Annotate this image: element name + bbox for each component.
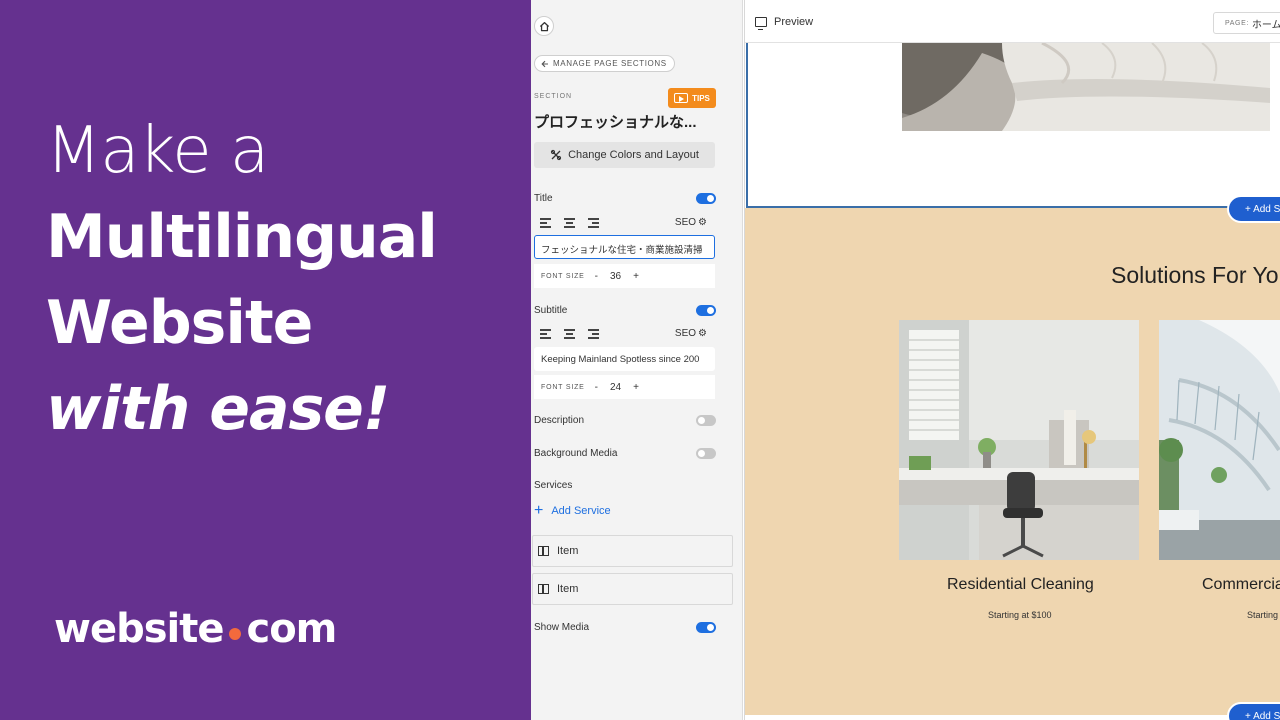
align-right-icon[interactable]	[588, 218, 599, 228]
services-label: Services	[534, 480, 573, 491]
subtitle-field[interactable]: Keeping Mainland Spotless since 200	[534, 347, 715, 371]
manage-page-sections-label: MANAGE PAGE SECTIONS	[553, 59, 667, 68]
section-label: SECTION	[534, 93, 573, 100]
service-item-label: Item	[557, 583, 579, 595]
add-service-label: Add Service	[551, 505, 611, 517]
brand-logo-right: com	[246, 606, 337, 652]
brand-dot	[229, 628, 242, 640]
monitor-icon	[755, 17, 767, 30]
item-columns-icon	[538, 546, 549, 556]
headline-line-2: Multilingual	[46, 202, 438, 272]
plus-icon: +	[534, 502, 544, 519]
preview-services-section[interactable]: Solutions For You Residential Cleaning S…	[745, 208, 1280, 720]
headline-line-1: Make a	[46, 114, 269, 188]
service-item[interactable]: Item	[532, 573, 733, 605]
brand-logo: website com	[54, 604, 337, 654]
subtitle-font-size-value[interactable]: 24	[610, 382, 621, 393]
hero-image	[902, 43, 1270, 131]
residential-card-image	[899, 320, 1139, 560]
page-selector-value: ホーム	[1251, 19, 1280, 31]
font-size-label: FONT SIZE	[541, 272, 585, 280]
font-size-increase-button[interactable]: +	[633, 382, 639, 393]
show-media-toggle[interactable]	[696, 622, 716, 633]
solutions-title: Solutions For You	[1111, 262, 1280, 288]
tips-button[interactable]: TIPS	[668, 88, 716, 108]
arrow-left-icon	[541, 60, 548, 67]
add-section-button[interactable]: + Add S	[1227, 702, 1280, 720]
description-label: Description	[534, 415, 585, 426]
subtitle-align-bar: SEO ⚙	[534, 322, 715, 346]
commercial-card-title: Commercial	[1202, 576, 1280, 593]
residential-card-price: Starting at $100	[988, 610, 1052, 620]
headline-line-3: Website	[46, 288, 313, 358]
preview-label-group: Preview	[755, 16, 814, 30]
promo-panel: Make a Multilingual Website with ease! w…	[0, 0, 531, 720]
align-left-icon[interactable]	[540, 329, 551, 339]
preview-toolbar: Preview PAGE: ホーム	[745, 5, 1280, 43]
change-colors-layout-button[interactable]: Change Colors and Layout	[534, 142, 715, 168]
add-section-button[interactable]: + Add S	[1227, 195, 1280, 223]
align-center-icon[interactable]	[564, 329, 575, 339]
page-selector[interactable]: PAGE: ホーム	[1213, 12, 1280, 34]
title-font-size-value[interactable]: 36	[610, 271, 621, 282]
home-icon	[539, 21, 549, 31]
add-service-button[interactable]: + Add Service	[534, 503, 611, 519]
commercial-card-price: Starting at	[1247, 610, 1280, 620]
font-size-increase-button[interactable]: +	[633, 271, 639, 282]
residential-card-title: Residential Cleaning	[947, 576, 1094, 593]
preview-next-section	[745, 715, 1280, 720]
subtitle-seo-button[interactable]: SEO ⚙	[675, 328, 707, 339]
section-editor-panel: MANAGE PAGE SECTIONS SECTION TIPS プロフェッシ…	[531, 0, 743, 720]
manage-page-sections-button[interactable]: MANAGE PAGE SECTIONS	[534, 55, 675, 72]
seo-label: SEO	[674, 328, 697, 339]
preview-label: Preview	[774, 16, 814, 28]
font-size-label: FONT SIZE	[541, 383, 585, 391]
promo-headline: Make a Multilingual Website with ease!	[46, 108, 516, 452]
title-toggle[interactable]	[696, 193, 716, 204]
gear-icon: ⚙	[698, 217, 707, 228]
background-media-label: Background Media	[534, 448, 618, 459]
title-field[interactable]: フェッショナルな住宅・商業施設清掃	[534, 235, 715, 259]
commercial-card-image	[1159, 320, 1280, 560]
show-media-label: Show Media	[534, 622, 590, 633]
home-button[interactable]	[534, 16, 554, 36]
align-right-icon[interactable]	[588, 329, 599, 339]
brand-logo-left: website	[54, 606, 224, 652]
align-left-icon[interactable]	[540, 218, 551, 228]
font-size-decrease-button[interactable]: -	[595, 382, 598, 393]
headline-line-4: with ease!	[46, 374, 390, 444]
background-media-toggle[interactable]	[696, 448, 716, 459]
title-label: Title	[534, 193, 553, 204]
preview-hero-section[interactable]	[746, 43, 1280, 208]
palette-icon	[550, 149, 562, 161]
site-preview: Solutions For You Residential Cleaning S…	[744, 0, 1280, 720]
section-title: プロフェッショナルな...	[534, 114, 697, 131]
item-columns-icon	[538, 584, 549, 594]
align-center-icon[interactable]	[564, 218, 575, 228]
subtitle-toggle[interactable]	[696, 305, 716, 316]
subtitle-font-size-row: FONT SIZE - 24 +	[534, 375, 715, 399]
service-item[interactable]: Item	[532, 535, 733, 567]
gear-icon: ⚙	[698, 328, 707, 339]
subtitle-label: Subtitle	[534, 305, 568, 316]
font-size-decrease-button[interactable]: -	[595, 271, 598, 282]
tips-label: TIPS	[692, 93, 710, 103]
page-selector-key: PAGE:	[1225, 19, 1249, 27]
play-icon	[674, 93, 689, 103]
title-align-bar: SEO ⚙	[534, 211, 715, 235]
title-font-size-row: FONT SIZE - 36 +	[534, 264, 715, 288]
seo-label: SEO	[674, 217, 697, 228]
change-colors-layout-label: Change Colors and Layout	[568, 149, 699, 161]
description-toggle[interactable]	[696, 415, 716, 426]
service-item-label: Item	[557, 545, 579, 557]
title-seo-button[interactable]: SEO ⚙	[675, 217, 707, 228]
